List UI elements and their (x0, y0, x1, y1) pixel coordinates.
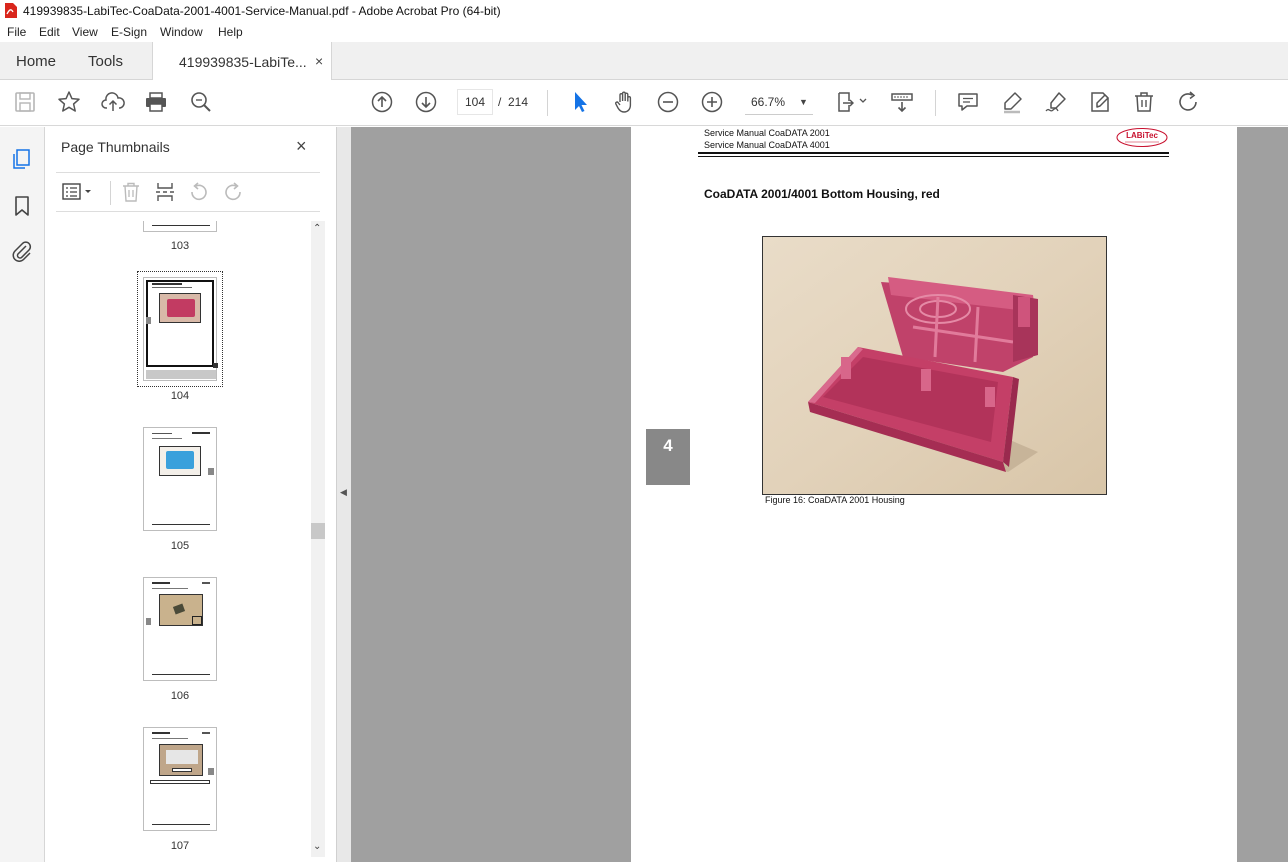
thumbnail-page-number: 106 (170, 690, 190, 702)
scroll-down-icon[interactable]: ⌄ (313, 841, 321, 852)
hand-icon[interactable] (612, 90, 636, 114)
thumbnail-page-number: 104 (170, 390, 190, 402)
upload-icon[interactable] (101, 90, 125, 114)
toolbar: 104 / 214 66.7% ▼ (0, 80, 1288, 126)
page-header-line1: Service Manual CoaDATA 2001 (704, 128, 830, 138)
page-up-icon[interactable] (370, 90, 394, 114)
page-thumbnail-selected[interactable] (143, 277, 218, 381)
tab-home[interactable]: Home (16, 53, 56, 70)
menu-bar: File Edit View E-Sign Window Help (0, 22, 1288, 42)
tab-bar: Home Tools 419939835-LabiTe... × (0, 42, 1288, 81)
thumbnails-divider (110, 181, 111, 205)
zoom-level-value: 66.7% (751, 95, 786, 109)
document-view[interactable]: Service Manual CoaDATA 2001 Service Manu… (351, 127, 1288, 862)
thumbnails-toolbar (56, 172, 320, 212)
labitec-logo: LABiTec (1115, 127, 1169, 148)
title-bar: 419939835-LabiTec-CoaData-2001-4001-Serv… (0, 0, 1288, 22)
page-thumbnail[interactable] (143, 727, 217, 831)
page-thumbnails-panel: Page Thumbnails × 103 104 105 106 107 ⌃ … (46, 127, 336, 862)
page-thumbnail[interactable] (143, 577, 217, 681)
select-cursor-icon[interactable] (568, 90, 592, 114)
rotate-icon[interactable] (1176, 90, 1200, 114)
toolbar-divider (935, 90, 936, 116)
housing-photo (762, 236, 1107, 495)
menu-window[interactable]: Window (160, 25, 203, 39)
page-header-line2: Service Manual CoaDATA 4001 (704, 140, 830, 150)
tab-tools[interactable]: Tools (88, 53, 123, 70)
header-rule (698, 152, 1169, 154)
close-panel-icon[interactable]: × (296, 136, 307, 157)
star-icon[interactable] (57, 90, 81, 114)
close-tab-icon[interactable]: × (315, 53, 323, 69)
thumbnail-page-number: 105 (170, 540, 190, 552)
scroll-mode-icon[interactable] (890, 90, 914, 114)
page-number-input[interactable]: 104 (457, 89, 493, 115)
delete-icon[interactable] (1132, 90, 1156, 114)
pdf-page: Service Manual CoaDATA 2001 Service Manu… (631, 127, 1237, 862)
attachment-icon[interactable] (11, 240, 33, 262)
menu-esign[interactable]: E-Sign (111, 25, 147, 39)
menu-view[interactable]: View (72, 25, 98, 39)
header-rule-thin (698, 156, 1169, 157)
svg-text:LABiTec: LABiTec (1126, 131, 1158, 140)
chevron-down-icon: ▼ (799, 97, 808, 107)
collapse-left-icon: ◀ (340, 487, 347, 497)
page-separator: / (498, 95, 502, 109)
thumbnail-page-number: 107 (170, 840, 190, 852)
scroll-up-icon[interactable]: ⌃ (313, 223, 321, 234)
zoom-search-icon[interactable] (189, 90, 213, 114)
pdf-file-icon (5, 3, 17, 18)
zoom-out-icon[interactable] (656, 90, 680, 114)
page-thumbnail[interactable] (143, 427, 217, 531)
scrollbar-thumb[interactable] (311, 523, 325, 539)
panel-collapse-handle[interactable]: ◀ (336, 127, 351, 862)
figure-caption: Figure 16: CoaDATA 2001 Housing (765, 495, 905, 505)
window-title: 419939835-LabiTec-CoaData-2001-4001-Serv… (23, 4, 501, 18)
document-tab-label: 419939835-LabiTe... (179, 54, 307, 70)
thumbnail-options-icon[interactable] (61, 181, 95, 203)
page-down-icon[interactable] (414, 90, 438, 114)
rotate-left-icon[interactable] (188, 181, 210, 203)
sign-icon[interactable] (1044, 90, 1068, 114)
edit-pdf-icon[interactable] (1088, 90, 1112, 114)
insert-page-icon[interactable] (154, 181, 176, 203)
tab-document[interactable]: 419939835-LabiTe... × (152, 42, 332, 81)
chapter-tab: 4 (646, 429, 690, 485)
menu-help[interactable]: Help (218, 25, 243, 39)
bookmark-icon[interactable] (11, 195, 33, 217)
menu-file[interactable]: File (7, 25, 26, 39)
print-icon[interactable] (144, 90, 168, 114)
page-thumbnails-icon[interactable] (11, 148, 33, 170)
delete-page-icon[interactable] (120, 181, 142, 203)
zoom-in-icon[interactable] (700, 90, 724, 114)
thumbnail-page-number: 103 (170, 240, 190, 252)
navigation-rail (0, 127, 45, 862)
zoom-level-select[interactable]: 66.7% ▼ (745, 89, 813, 115)
panel-title: Page Thumbnails (61, 139, 170, 155)
thumbnail-list: 103 104 105 106 107 (46, 221, 308, 857)
rotate-right-icon[interactable] (222, 181, 244, 203)
fit-page-icon[interactable] (835, 90, 869, 114)
save-icon[interactable] (13, 90, 37, 114)
section-heading: CoaDATA 2001/4001 Bottom Housing, red (704, 187, 940, 201)
thumbnails-scrollbar[interactable]: ⌃ ⌄ (311, 221, 325, 857)
page-thumbnail[interactable] (143, 221, 217, 232)
highlight-icon[interactable] (1000, 90, 1024, 114)
comment-icon[interactable] (956, 90, 980, 114)
menu-edit[interactable]: Edit (39, 25, 60, 39)
page-total: 214 (508, 95, 529, 109)
toolbar-divider (547, 90, 548, 116)
